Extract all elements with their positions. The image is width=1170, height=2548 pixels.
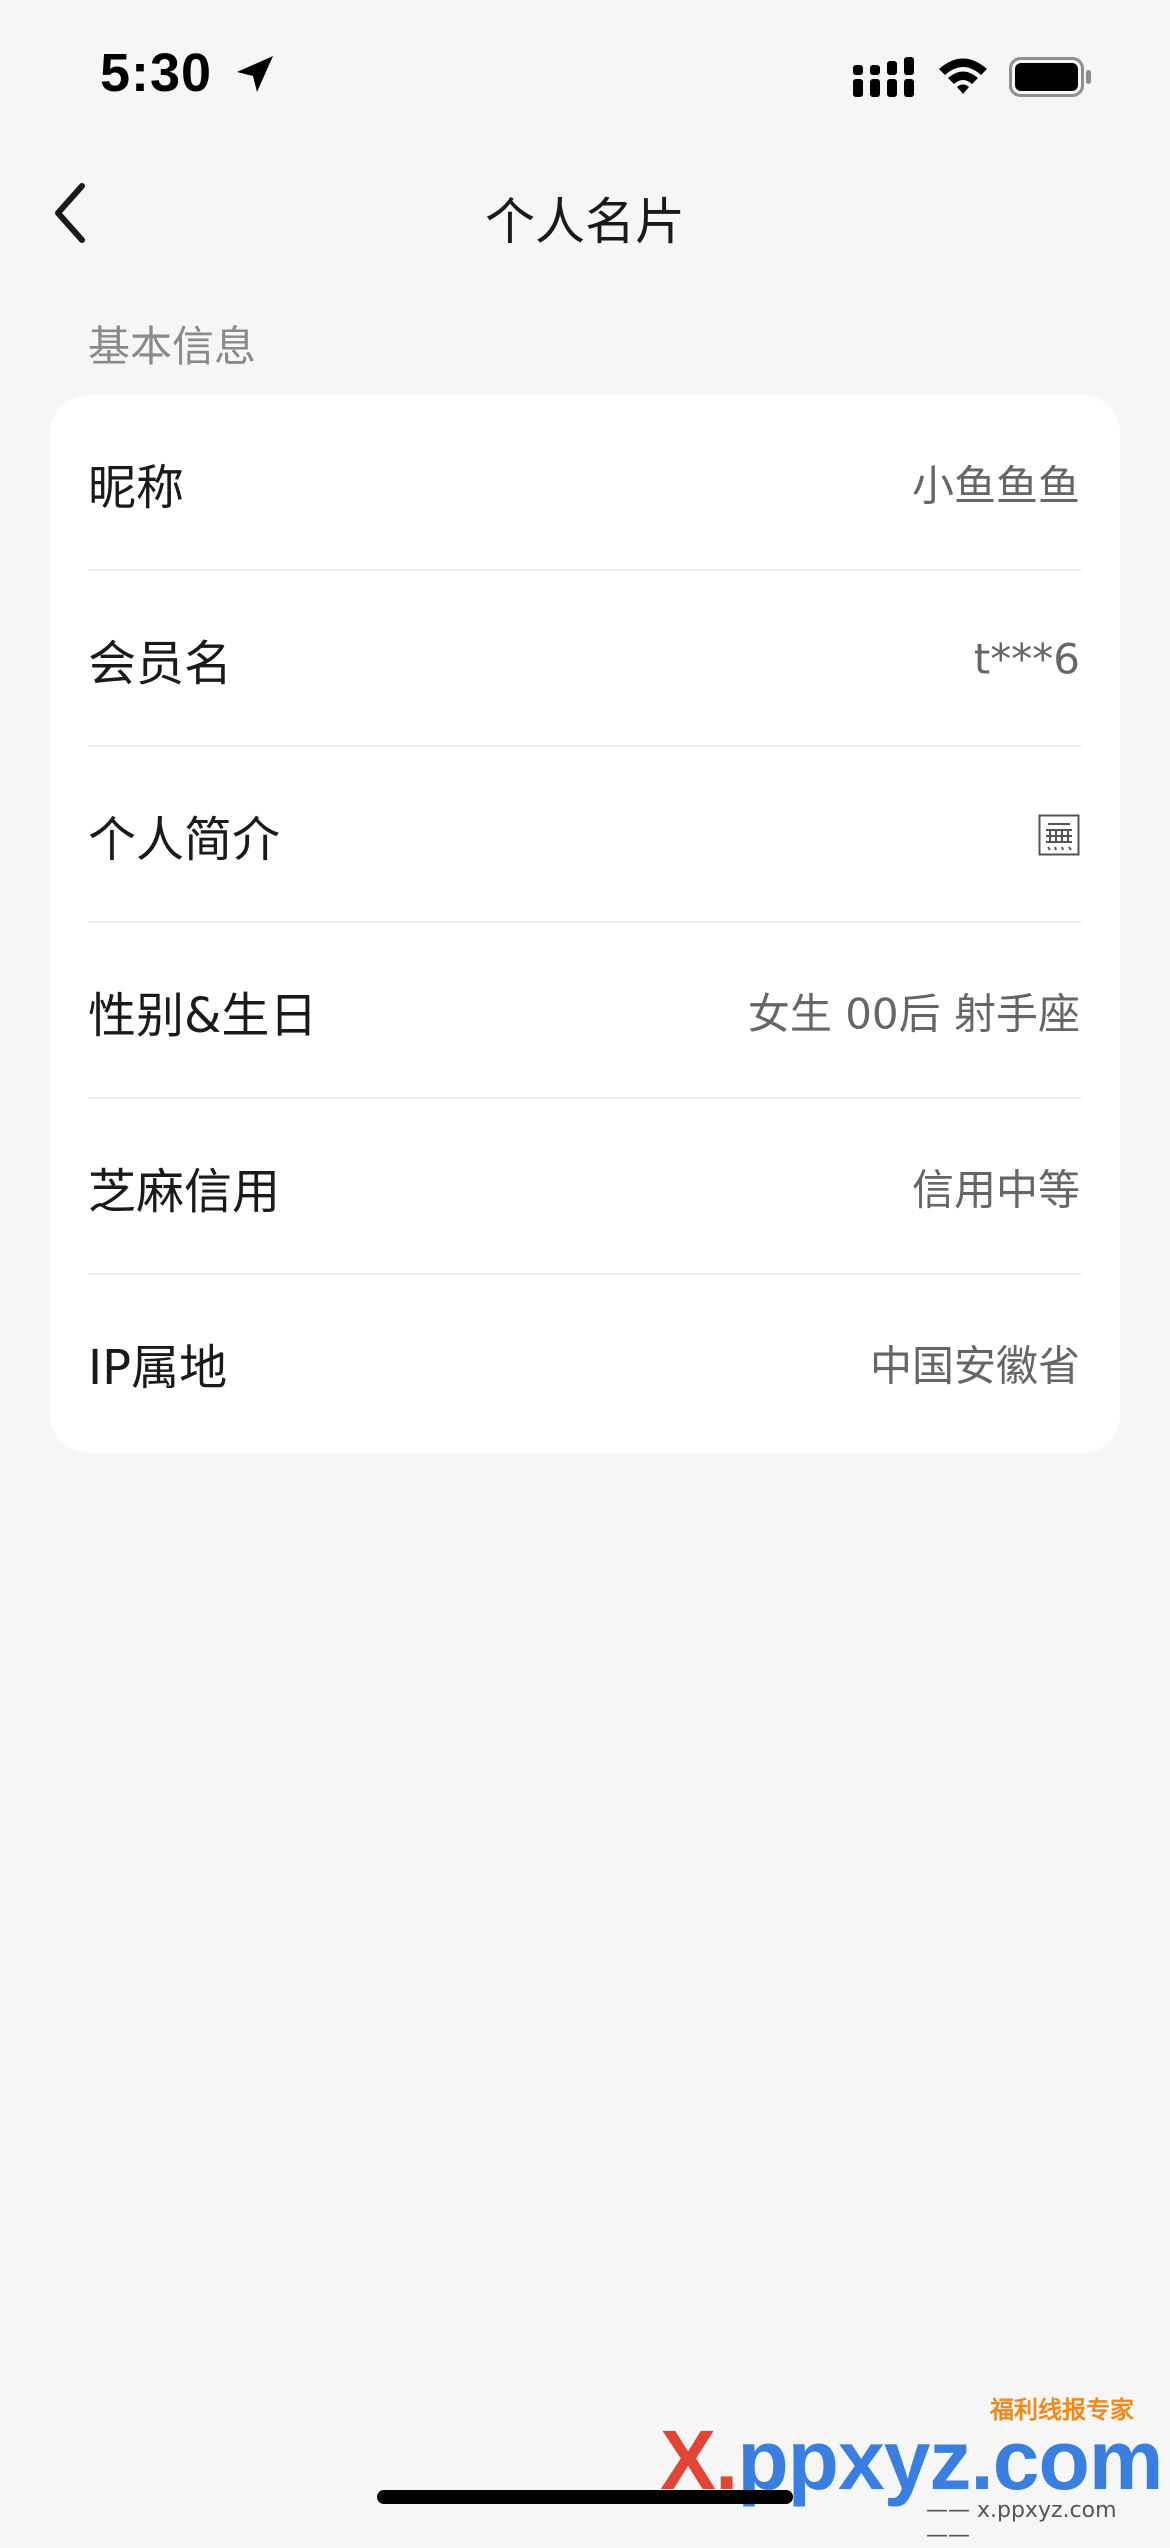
row-label: 个人简介 [88, 812, 281, 868]
row-label: 性别&生日 [88, 988, 318, 1044]
row-label: 会员名 [88, 636, 233, 692]
nav-bar: 个人名片 [0, 160, 1170, 270]
row-value: 中国安徽省 [869, 1341, 1080, 1391]
watermark-domain: ppxyz.com [737, 2413, 1163, 2507]
empty-glyph-icon [1038, 814, 1080, 856]
section-header: 基本信息 [88, 322, 257, 371]
row-value: 信用中等 [911, 1165, 1080, 1215]
row-value: t***6 [973, 634, 1080, 684]
row-value: 女生 00后 射手座 [747, 989, 1080, 1039]
row-sesame-credit[interactable]: 芝麻信用 信用中等 [50, 1099, 1120, 1275]
row-label: 芝麻信用 [88, 1164, 281, 1220]
row-value: 小鱼鱼鱼 [911, 461, 1080, 511]
status-bar: 5:30 [0, 0, 1170, 150]
row-ip-location[interactable]: IP属地 中国安徽省 [50, 1275, 1120, 1451]
row-label: IP属地 [88, 1340, 228, 1396]
battery-icon [1009, 57, 1091, 97]
watermark-sub: —— x.ppxyz.com —— [926, 2498, 1117, 2548]
status-time: 5:30 [100, 43, 213, 103]
row-bio[interactable]: 个人简介 [50, 747, 1120, 923]
page-title: 个人名片 [485, 193, 685, 251]
row-member-name[interactable]: 会员名 t***6 [50, 571, 1120, 747]
row-nickname[interactable]: 昵称 小鱼鱼鱼 [50, 395, 1120, 571]
home-indicator[interactable] [377, 2490, 793, 2504]
row-gender-birthday[interactable]: 性别&生日 女生 00后 射手座 [50, 923, 1120, 1099]
cellular-signal-icon [853, 57, 914, 97]
wifi-icon [939, 58, 987, 94]
info-card: 昵称 小鱼鱼鱼 会员名 t***6 个人简介 性别&生日 女生 00后 射手座 … [50, 395, 1120, 1453]
row-label: 昵称 [88, 460, 185, 516]
location-arrow-icon [237, 56, 273, 92]
